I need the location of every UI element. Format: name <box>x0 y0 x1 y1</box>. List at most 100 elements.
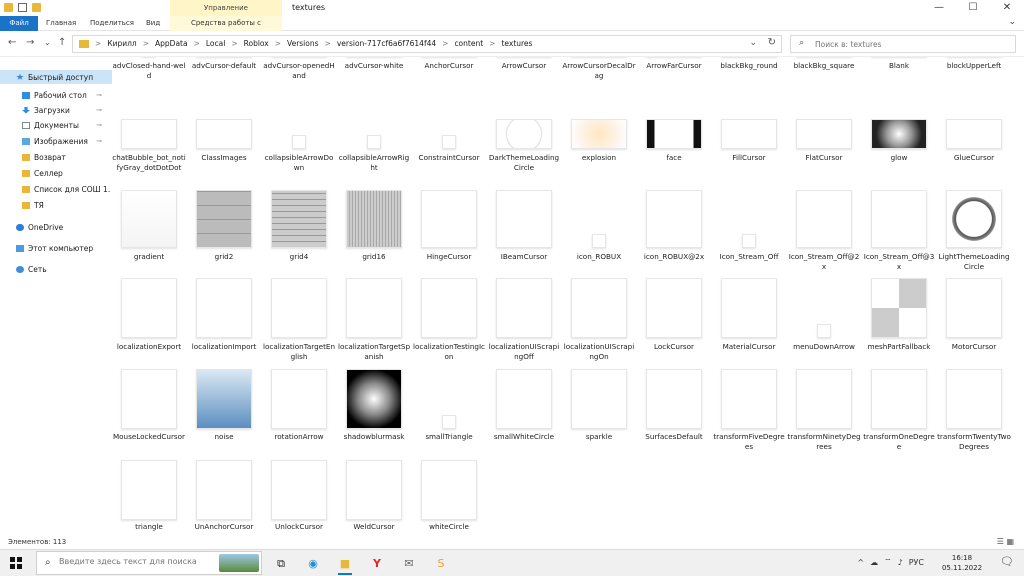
mail-icon[interactable]: ✉ <box>394 552 424 575</box>
file-name: localizationTargetSpanish <box>337 342 411 361</box>
sidebar-item[interactable]: Документы ⊸ <box>0 118 112 132</box>
breadcrumb-item[interactable]: version-717cf6a6f7614f44 <box>337 39 436 48</box>
breadcrumb-item[interactable]: Roblox <box>244 39 269 48</box>
taskbar-search-input[interactable] <box>59 557 219 566</box>
breadcrumb-item[interactable]: textures <box>501 39 532 48</box>
task-view-icon[interactable]: ⧉ <box>266 552 296 575</box>
onedrive-tray-icon[interactable]: ☁ <box>870 558 878 567</box>
file-name: ClassImages <box>201 153 247 162</box>
volume-icon[interactable]: ♪ <box>898 558 903 567</box>
file-name: ArrowFarCursor <box>646 61 702 70</box>
star-icon <box>16 73 24 80</box>
file-name: localizationTargetEnglish <box>262 342 336 361</box>
sidebar-item[interactable]: Изображения ⊸ <box>0 134 112 148</box>
sidebar-item-label: Быстрый доступ <box>28 72 94 82</box>
sidebar-item[interactable]: Этот компьютер <box>0 241 112 255</box>
address-dropdown-icon[interactable]: ⌄ <box>749 38 757 48</box>
file-name: gradient <box>133 252 165 261</box>
breadcrumb-item[interactable]: Versions <box>287 39 319 48</box>
file-thumbnail <box>196 369 252 429</box>
file-name: localizationImport <box>191 342 257 351</box>
expand-ribbon-icon[interactable]: ⌄ <box>1008 17 1016 27</box>
file-name: advCursor-white <box>344 61 404 70</box>
edge-icon[interactable]: ◉ <box>298 552 328 575</box>
sidebar-item[interactable]: ТЯ <box>0 198 112 212</box>
file-thumbnail <box>271 190 327 248</box>
file-thumbnail <box>496 190 552 248</box>
large-icons-view-icon[interactable]: ▦ <box>1006 537 1014 546</box>
file-list: advClosed-hand-weld advCursor-default advC… <box>112 57 1024 537</box>
date: 05.11.2022 <box>941 564 983 572</box>
file-name: noise <box>214 432 234 441</box>
sidebar-item[interactable]: OneDrive <box>0 220 112 234</box>
breadcrumb-item[interactable]: Кирилл <box>107 39 136 48</box>
maximize-button[interactable]: ☐ <box>956 0 990 16</box>
file-thumbnail <box>346 278 402 338</box>
file-name: AnchorCursor <box>424 61 474 70</box>
file-thumbnail <box>496 369 552 429</box>
tab-view[interactable]: Вид <box>146 16 160 31</box>
sidebar-item[interactable]: Возврат <box>0 150 112 164</box>
details-view-icon[interactable]: ☰ <box>997 537 1004 546</box>
breadcrumb-item[interactable]: content <box>454 39 483 48</box>
tab-share[interactable]: Поделиться <box>90 16 134 31</box>
sublime-text-icon[interactable]: S <box>426 552 456 575</box>
yandex-browser-icon[interactable]: Y <box>362 552 392 575</box>
file-thumbnail <box>442 135 456 149</box>
breadcrumb-separator: > <box>324 39 331 48</box>
breadcrumb-separator: > <box>442 39 449 48</box>
properties-icon[interactable] <box>18 3 27 12</box>
file-name: grid4 <box>289 252 309 261</box>
file-name: Blank <box>888 61 910 70</box>
folder-icon <box>79 40 89 48</box>
manage-context-tab[interactable]: Управление <box>170 0 282 16</box>
file-thumbnail <box>496 119 552 149</box>
up-button[interactable]: ↑ <box>58 37 66 48</box>
file-name: UnAnchorCursor <box>194 522 254 531</box>
recent-locations-button[interactable]: ⌄ <box>44 38 51 47</box>
wifi-icon[interactable]: ⌔ <box>884 557 892 567</box>
item-count: Элементов: 113 <box>8 538 67 546</box>
clock[interactable]: 16:18 05.11.2022 <box>940 553 984 573</box>
file-name: collapsibleArrowRight <box>338 153 410 172</box>
taskbar-search: ⌕ <box>36 551 262 575</box>
close-button[interactable]: ✕ <box>990 0 1024 16</box>
file-name: blackBkg_square <box>793 61 855 70</box>
minimize-button[interactable]: — <box>922 0 956 16</box>
sidebar-item[interactable]: Селлер <box>0 166 112 180</box>
sidebar-item[interactable]: Быстрый доступ <box>0 70 112 84</box>
sidebar-item[interactable]: Сеть <box>0 262 112 276</box>
tab-file[interactable]: Файл <box>0 16 38 31</box>
tab-picture-tools[interactable]: Средства работы с рисунками <box>170 16 282 42</box>
folder-icon <box>22 201 30 209</box>
file-thumbnail <box>271 278 327 338</box>
refresh-icon[interactable]: ↻ <box>768 37 776 48</box>
network-icon <box>16 265 24 273</box>
search-input[interactable] <box>815 38 1010 50</box>
sidebar-item-label: OneDrive <box>28 222 64 232</box>
sidebar-item-label: Сеть <box>28 264 47 274</box>
file-name: icon_ROBUX@2x <box>643 252 705 261</box>
language-indicator[interactable]: РУС <box>909 558 924 567</box>
sidebar-item[interactable]: Загрузки ⊸ <box>0 103 112 117</box>
file-name: ConstraintCursor <box>418 153 480 162</box>
new-folder-icon[interactable] <box>32 3 41 12</box>
tab-home[interactable]: Главная <box>46 16 76 31</box>
file-name: advClosed-hand-weld <box>112 61 186 80</box>
file-explorer-icon[interactable]: ■ <box>330 552 360 575</box>
start-button[interactable] <box>10 557 22 569</box>
back-button[interactable]: ← <box>8 37 16 48</box>
file-name: whiteCircle <box>429 522 469 531</box>
forward-button[interactable]: → <box>26 37 34 48</box>
breadcrumb-separator: > <box>231 39 238 48</box>
show-hidden-icons-icon[interactable]: ^ <box>857 558 864 567</box>
notifications-icon[interactable]: 🗨 <box>1000 555 1014 568</box>
breadcrumb-item[interactable]: AppData <box>155 39 188 48</box>
sidebar-item[interactable]: Список для СОШ 1. <box>0 182 112 196</box>
file-thumbnail <box>421 460 477 520</box>
folder-icon <box>22 169 30 177</box>
sidebar-item[interactable]: Рабочий стол ⊸ <box>0 88 112 102</box>
sidebar-item-label: Изображения <box>34 136 88 146</box>
address-bar[interactable]: > Кирилл > AppData > Local > Roblox > Ve… <box>72 35 782 53</box>
breadcrumb-item[interactable]: Local <box>206 39 225 48</box>
